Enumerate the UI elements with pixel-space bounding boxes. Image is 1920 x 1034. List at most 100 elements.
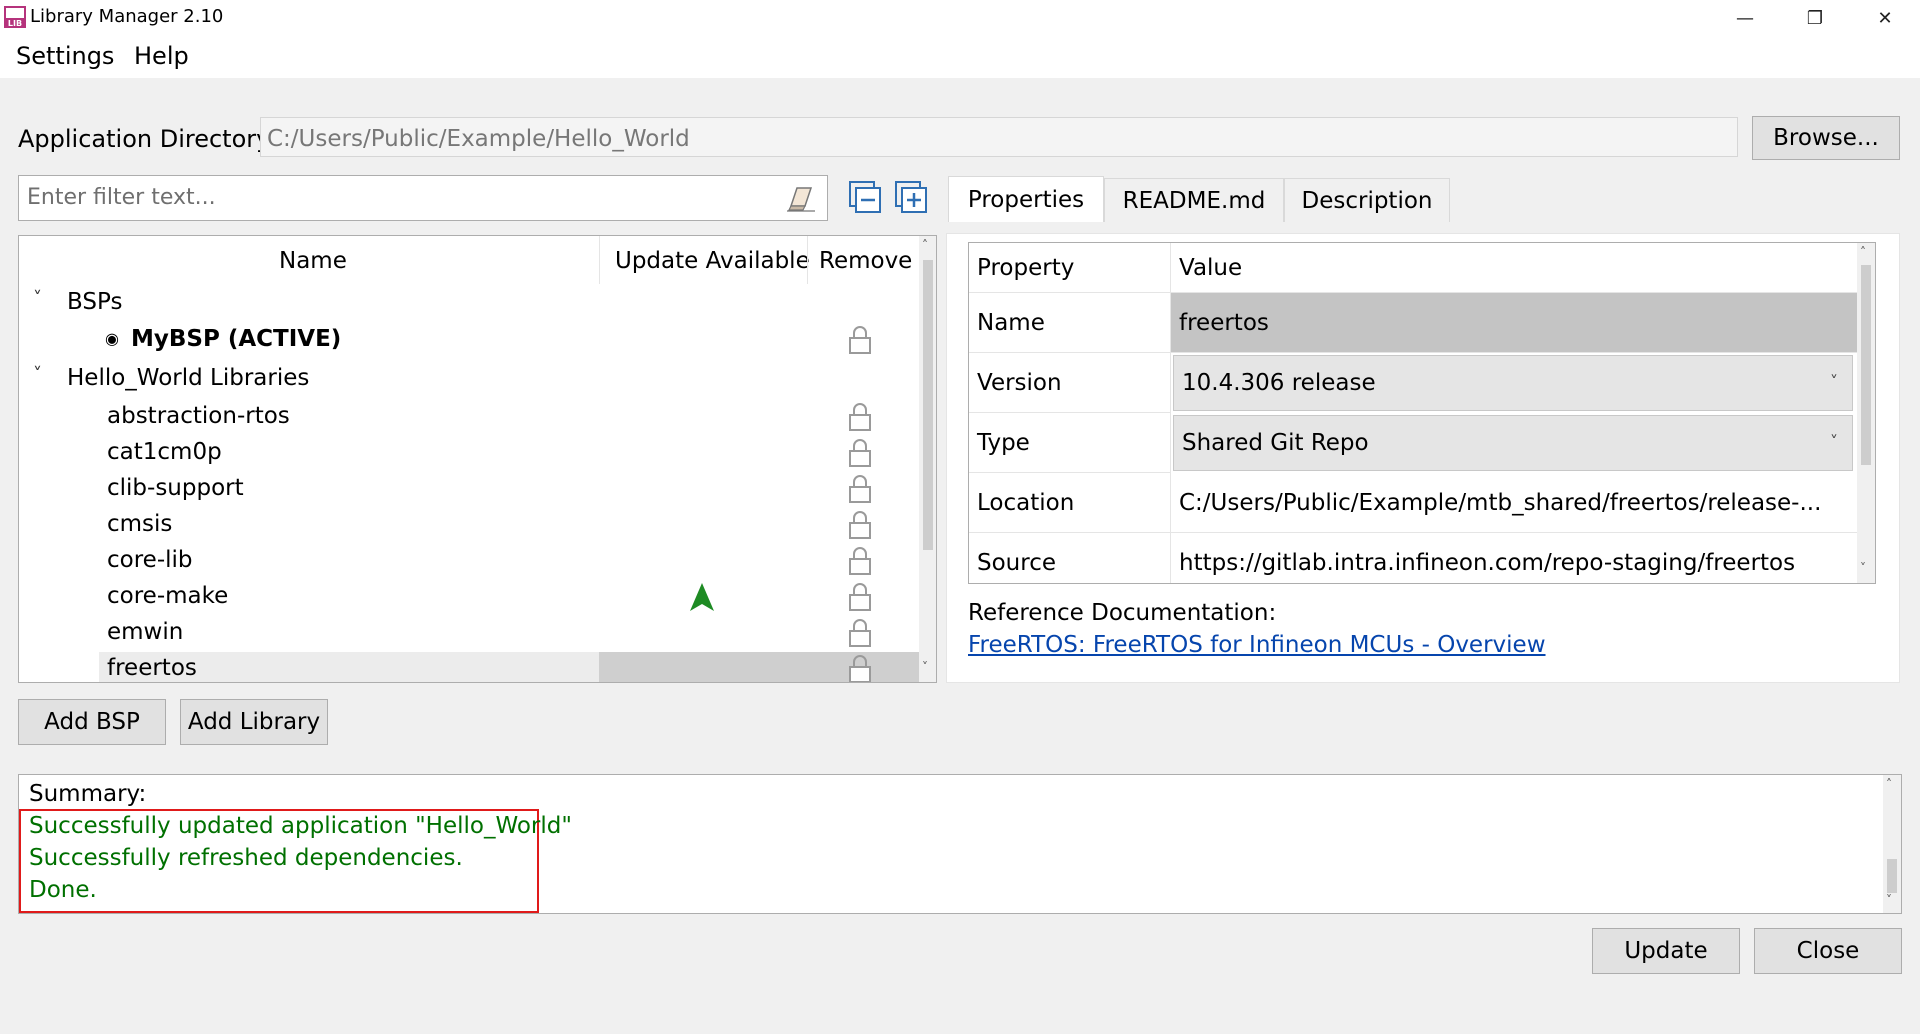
- properties-table: Property Value Name freertos Version 10.…: [968, 242, 1876, 584]
- summary-line-updated: Successfully updated application "Hello_…: [29, 813, 572, 839]
- tree-item-core-lib[interactable]: core-lib: [19, 544, 919, 580]
- column-divider: [807, 236, 808, 284]
- menu-bar: Settings Help: [0, 36, 1920, 78]
- tree-scrollbar[interactable]: ˄ ˅: [919, 236, 936, 682]
- close-window-button[interactable]: ✕: [1850, 0, 1920, 36]
- properties-scrollbar[interactable]: ˄ ˅: [1857, 243, 1875, 583]
- tree-item-mybsp[interactable]: ◉ MyBSP (ACTIVE): [19, 323, 919, 359]
- scroll-up-icon[interactable]: ˄: [1860, 245, 1866, 259]
- prop-key-location: Location: [969, 473, 1171, 533]
- column-name[interactable]: Name: [279, 248, 347, 274]
- prop-value-source[interactable]: https://gitlab.intra.infineon.com/repo-s…: [1171, 533, 1857, 583]
- tree-item-label: abstraction-rtos: [107, 403, 290, 429]
- tree-item-cat1cm0p[interactable]: cat1cm0p: [19, 436, 919, 472]
- tree-item-core-make[interactable]: core-make: [19, 580, 919, 616]
- column-update-available[interactable]: Update Available: [615, 248, 810, 274]
- tree-group-bsps[interactable]: ˅ BSPs: [19, 286, 919, 322]
- scroll-down-icon[interactable]: ˅: [922, 660, 928, 674]
- reference-doc-label: Reference Documentation:: [968, 600, 1277, 626]
- scroll-thumb[interactable]: [923, 260, 933, 550]
- app-icon-text: LIB: [8, 19, 22, 28]
- scroll-thumb[interactable]: [1861, 265, 1871, 465]
- chevron-down-icon[interactable]: ˅: [33, 364, 42, 385]
- header-property: Property: [969, 243, 1171, 293]
- prop-key-type: Type: [969, 413, 1171, 473]
- version-select[interactable]: 10.4.306 release ˅: [1173, 355, 1853, 411]
- lock-icon: [849, 475, 871, 503]
- radio-selected-icon[interactable]: ◉: [105, 329, 119, 348]
- prop-value-name[interactable]: freertos: [1171, 293, 1857, 353]
- add-library-button[interactable]: Add Library: [180, 699, 328, 745]
- lock-icon: [849, 511, 871, 539]
- tree-item-label: core-make: [107, 583, 229, 609]
- tree-group-label: BSPs: [67, 289, 123, 315]
- tree-group-libraries[interactable]: ˅ Hello_World Libraries: [19, 362, 919, 398]
- tab-description[interactable]: Description: [1284, 178, 1450, 222]
- tree-item-clib-support[interactable]: clib-support: [19, 472, 919, 508]
- menu-help[interactable]: Help: [134, 42, 189, 70]
- lock-icon: [849, 655, 871, 682]
- library-tree: ˄ Name Update Available Remove ˅ BSPs ◉ …: [18, 235, 937, 683]
- close-button[interactable]: Close: [1754, 928, 1902, 974]
- tree-item-cmsis[interactable]: cmsis: [19, 508, 919, 544]
- prop-value-location[interactable]: C:/Users/Public/Example/mtb_shared/freer…: [1171, 473, 1857, 533]
- lock-icon: [849, 326, 871, 354]
- scroll-thumb[interactable]: [1887, 859, 1897, 893]
- chevron-down-icon: ˅: [1830, 372, 1838, 391]
- update-button[interactable]: Update: [1592, 928, 1740, 974]
- sort-indicator-icon: ˄: [307, 235, 314, 248]
- tab-readme[interactable]: README.md: [1104, 178, 1284, 222]
- scroll-down-icon[interactable]: ˅: [1860, 561, 1866, 575]
- minimize-button[interactable]: —: [1710, 0, 1780, 36]
- chevron-down-icon[interactable]: ˅: [33, 288, 42, 309]
- column-remove[interactable]: Remove: [819, 248, 912, 274]
- tree-item-label: clib-support: [107, 475, 244, 501]
- reference-doc-link[interactable]: FreeRTOS: FreeRTOS for Infineon MCUs - O…: [968, 632, 1546, 658]
- menu-settings[interactable]: Settings: [16, 42, 114, 70]
- browse-button[interactable]: Browse...: [1752, 116, 1900, 160]
- lock-icon: [849, 583, 871, 611]
- restore-button[interactable]: ❐: [1780, 0, 1850, 36]
- tree-item-label: freertos: [107, 655, 197, 681]
- title-bar: LIB Library Manager 2.10 — ❐ ✕: [0, 0, 1920, 36]
- lock-icon: [849, 547, 871, 575]
- lock-icon: [849, 439, 871, 467]
- collapse-all-icon[interactable]: [848, 180, 882, 214]
- tree-item-label: cmsis: [107, 511, 173, 537]
- tree-header: ˄ Name Update Available Remove: [19, 236, 919, 284]
- filter-box: [18, 175, 828, 221]
- scroll-up-icon[interactable]: ˄: [922, 238, 928, 252]
- prop-key-name: Name: [969, 293, 1171, 353]
- filter-input[interactable]: [25, 184, 789, 211]
- window-title: Library Manager 2.10: [30, 6, 224, 27]
- prop-key-source: Source: [969, 533, 1171, 583]
- app-icon: LIB: [4, 6, 26, 28]
- app-directory-label: Application Directory:: [18, 125, 277, 153]
- app-directory-field[interactable]: C:/Users/Public/Example/Hello_World: [260, 117, 1738, 157]
- tree-item-freertos[interactable]: freertos: [19, 652, 919, 682]
- summary-scrollbar[interactable]: ˄ ˅: [1883, 775, 1901, 913]
- summary-line-refreshed: Successfully refreshed dependencies.: [29, 845, 463, 871]
- tree-item-label: cat1cm0p: [107, 439, 222, 465]
- type-select[interactable]: Shared Git Repo ˅: [1173, 415, 1853, 471]
- eraser-icon[interactable]: [785, 184, 817, 212]
- add-bsp-button[interactable]: Add BSP: [18, 699, 166, 745]
- scroll-up-icon[interactable]: ˄: [1886, 777, 1892, 791]
- summary-line-done: Done.: [29, 877, 97, 903]
- tree-item-emwin[interactable]: emwin: [19, 616, 919, 652]
- minimize-icon: —: [1736, 7, 1754, 29]
- tree-item-label: core-lib: [107, 547, 193, 573]
- header-value: Value: [1171, 243, 1857, 293]
- tree-item-abstraction-rtos[interactable]: abstraction-rtos: [19, 400, 919, 436]
- expand-all-icon[interactable]: [894, 180, 928, 214]
- version-select-value: 10.4.306 release: [1182, 370, 1376, 396]
- scroll-down-icon[interactable]: ˅: [1886, 893, 1892, 907]
- tab-properties[interactable]: Properties: [948, 176, 1104, 222]
- summary-log: Summary: Successfully updated applicatio…: [18, 774, 1902, 914]
- restore-icon: ❐: [1806, 7, 1824, 29]
- chevron-down-icon: ˅: [1830, 432, 1838, 451]
- update-available-arrow-icon[interactable]: [689, 582, 715, 612]
- type-select-value: Shared Git Repo: [1182, 430, 1369, 456]
- lock-icon: [849, 403, 871, 431]
- column-divider: [599, 236, 600, 284]
